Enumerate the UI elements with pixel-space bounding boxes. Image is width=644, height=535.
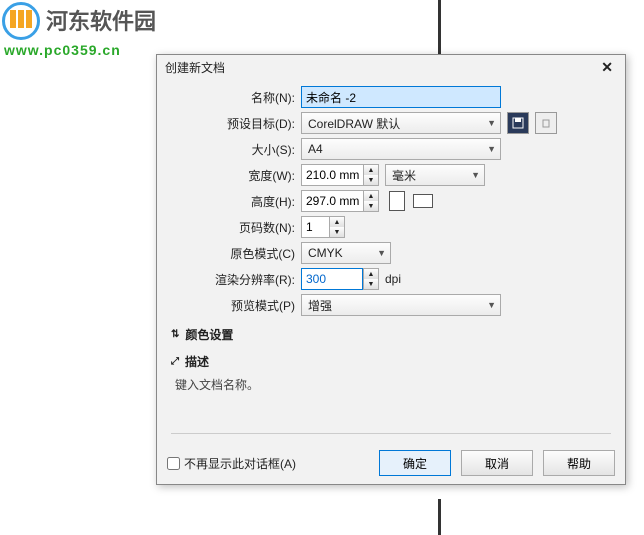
spin-up-icon[interactable]: ▲ (364, 269, 378, 279)
height-label: 高度(H): (171, 193, 301, 210)
spin-down-icon[interactable]: ▼ (364, 279, 378, 289)
size-label: 大小(S): (171, 141, 301, 158)
spin-up-icon[interactable]: ▲ (330, 217, 344, 227)
section-title: 描述 (185, 353, 209, 370)
colormode-label: 原色模式(C) (171, 245, 301, 262)
chevron-down-icon: ▼ (487, 144, 496, 154)
close-icon[interactable]: ✕ (597, 59, 617, 76)
delete-preset-button[interactable] (535, 112, 557, 134)
orientation-toggle[interactable] (389, 191, 433, 211)
help-button[interactable]: 帮助 (543, 450, 615, 476)
section-title: 颜色设置 (185, 326, 233, 343)
create-document-dialog: 创建新文档 ✕ 名称(N): 预设目标(D): CorelDRAW 默认 ▼ 大… (156, 54, 626, 485)
pages-label: 页码数(N): (171, 219, 301, 236)
width-label: 宽度(W): (171, 167, 301, 184)
preset-value: CorelDRAW 默认 (308, 115, 400, 132)
collapse-icon: ⤢ (171, 356, 179, 367)
chevron-down-icon: ▼ (377, 248, 386, 258)
spin-down-icon[interactable]: ▼ (330, 227, 344, 237)
site-name: 河东软件园 (46, 4, 156, 36)
height-spinner[interactable]: ▲▼ (301, 190, 379, 212)
spin-up-icon[interactable]: ▲ (364, 191, 378, 201)
resolution-unit: dpi (385, 272, 401, 286)
checkbox-label: 不再显示此对话框(A) (184, 455, 296, 472)
expand-icon: ⇅ (171, 329, 179, 340)
dialog-title: 创建新文档 (165, 59, 225, 76)
preview-dropdown[interactable]: 增强 ▼ (301, 294, 501, 316)
unit-value: 毫米 (392, 167, 416, 184)
preview-label: 预览模式(P) (171, 297, 301, 314)
width-spinner[interactable]: ▲▼ (301, 164, 379, 186)
site-watermark: 河东软件园 www.pc0359.cn (0, 0, 180, 40)
checkbox-input[interactable] (167, 457, 180, 470)
size-dropdown[interactable]: A4 ▼ (301, 138, 501, 160)
resolution-spinner[interactable]: ▲▼ (301, 268, 379, 290)
preview-value: 增强 (308, 297, 332, 314)
description-text: 键入文档名称。 (175, 376, 611, 393)
resolution-label: 渲染分辨率(R): (171, 271, 301, 288)
preset-dropdown[interactable]: CorelDRAW 默认 ▼ (301, 112, 501, 134)
dont-show-checkbox[interactable]: 不再显示此对话框(A) (167, 455, 296, 472)
width-input[interactable] (301, 164, 363, 186)
dialog-titlebar[interactable]: 创建新文档 ✕ (157, 55, 625, 80)
height-input[interactable] (301, 190, 363, 212)
canvas-guide (438, 0, 441, 56)
color-settings-section[interactable]: ⇅ 颜色设置 (171, 326, 611, 343)
description-section[interactable]: ⤢ 描述 (171, 353, 611, 370)
chevron-down-icon: ▼ (471, 170, 480, 180)
spin-up-icon[interactable]: ▲ (364, 165, 378, 175)
name-input[interactable] (301, 86, 501, 108)
canvas-guide (438, 499, 441, 535)
name-label: 名称(N): (171, 89, 301, 106)
colormode-dropdown[interactable]: CMYK ▼ (301, 242, 391, 264)
size-value: A4 (308, 142, 323, 156)
portrait-icon[interactable] (389, 191, 405, 211)
unit-dropdown[interactable]: 毫米 ▼ (385, 164, 485, 186)
spin-down-icon[interactable]: ▼ (364, 175, 378, 185)
spin-down-icon[interactable]: ▼ (364, 201, 378, 211)
pages-input[interactable] (301, 216, 329, 238)
cancel-button[interactable]: 取消 (461, 450, 533, 476)
ok-button[interactable]: 确定 (379, 450, 451, 476)
save-preset-button[interactable] (507, 112, 529, 134)
colormode-value: CMYK (308, 246, 343, 260)
preset-label: 预设目标(D): (171, 115, 301, 132)
site-url: www.pc0359.cn (4, 42, 121, 58)
chevron-down-icon: ▼ (487, 118, 496, 128)
landscape-icon[interactable] (413, 194, 433, 208)
chevron-down-icon: ▼ (487, 300, 496, 310)
resolution-input[interactable] (301, 268, 363, 290)
pages-spinner[interactable]: ▲▼ (301, 216, 345, 238)
